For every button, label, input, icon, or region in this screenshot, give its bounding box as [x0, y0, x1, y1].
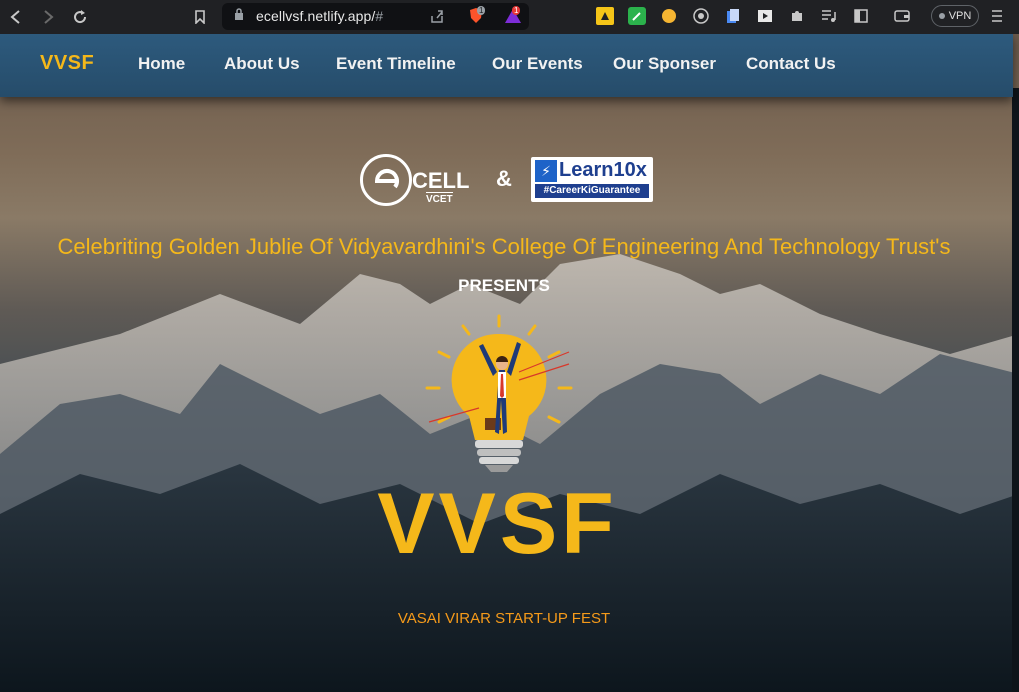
nav-about-us[interactable]: About Us: [224, 54, 300, 74]
nav-home[interactable]: Home: [138, 54, 185, 74]
forward-icon[interactable]: [38, 7, 58, 27]
web-page: VVSF Home About Us Event Timeline Our Ev…: [0, 34, 1019, 692]
sidebar-toggle-icon[interactable]: [852, 7, 870, 25]
menu-icon[interactable]: [988, 7, 1006, 25]
nav-our-events[interactable]: Our Events: [492, 54, 583, 74]
scrollbar[interactable]: [1012, 88, 1019, 692]
reload-icon[interactable]: [70, 7, 90, 27]
nav-event-timeline[interactable]: Event Timeline: [336, 54, 456, 74]
lightning-icon: ⚡: [535, 160, 557, 182]
extension-orange-circle-icon[interactable]: [660, 7, 678, 25]
extensions-puzzle-icon[interactable]: [788, 7, 806, 25]
presents-text: PRESENTS: [458, 276, 550, 295]
learn10x-logo: ⚡ Learn10x #CareerKiGuarantee: [531, 157, 653, 202]
share-icon[interactable]: [429, 8, 445, 29]
bookmark-icon[interactable]: [190, 7, 210, 27]
brand-logo[interactable]: VVSF: [40, 52, 94, 75]
fest-tagline: VASAI VIRAR START-UP FEST: [397, 610, 611, 627]
nav-contact-us[interactable]: Contact Us: [746, 54, 836, 74]
ampersand: &: [496, 166, 512, 191]
extension-yellow-icon[interactable]: [596, 7, 614, 25]
ecell-logo-icon: [360, 154, 412, 206]
address-bar[interactable]: ecellvsf.netlify.app/# 1 1: [222, 3, 529, 30]
vvsf-title: VVSF: [377, 476, 618, 572]
partner-logos: CELL VCET & ⚡ Learn10x #CareerKiGuarante…: [0, 154, 1013, 206]
extension-docs-icon[interactable]: [724, 7, 742, 25]
vpn-label: VPN: [948, 10, 972, 22]
extension-green-pen-icon[interactable]: [628, 7, 646, 25]
learn10x-tagline: #CareerKiGuarantee: [535, 184, 649, 198]
lightbulb-businessman-icon: [419, 312, 579, 477]
nav-our-sponser[interactable]: Our Sponser: [613, 54, 716, 74]
browser-toolbar: ecellvsf.netlify.app/# 1 1 VPN: [0, 0, 1019, 34]
hero-subtitle: Celebriting Golden Jublie Of Vidyavardhi…: [57, 234, 951, 259]
vpn-button[interactable]: VPN: [931, 5, 979, 27]
site-navbar: VVSF Home About Us Event Timeline Our Ev…: [0, 34, 1013, 97]
lock-icon: [234, 8, 244, 26]
playlist-icon[interactable]: [820, 7, 838, 25]
wallet-icon[interactable]: [893, 7, 911, 25]
extension-video-icon[interactable]: [756, 7, 774, 25]
back-icon[interactable]: [6, 7, 26, 27]
url-text: ecellvsf.netlify.app/#: [256, 8, 384, 24]
learn10x-name: Learn10x: [559, 159, 647, 181]
ecell-text: CELL: [412, 168, 470, 193]
ecell-subtext: VCET: [426, 192, 453, 205]
extension-target-icon[interactable]: [692, 7, 710, 25]
vpn-status-icon: [938, 13, 945, 19]
